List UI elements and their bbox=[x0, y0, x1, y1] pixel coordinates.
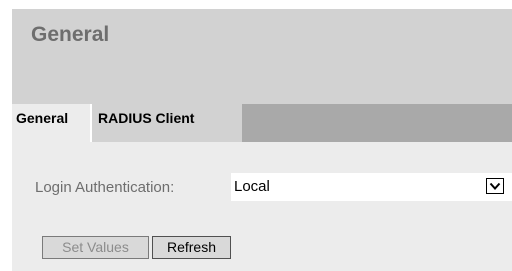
set-values-button[interactable]: Set Values bbox=[42, 236, 149, 259]
refresh-button[interactable]: Refresh bbox=[152, 236, 231, 259]
tab-bar: General RADIUS Client bbox=[12, 104, 512, 142]
tab-general[interactable]: General bbox=[12, 104, 90, 142]
login-authentication-select[interactable]: Local bbox=[231, 173, 512, 201]
content-panel: Login Authentication: Local Set Values R… bbox=[12, 142, 512, 271]
chevron-down-icon[interactable] bbox=[486, 178, 504, 194]
page-header: General bbox=[12, 9, 512, 104]
login-authentication-label: Login Authentication: bbox=[35, 179, 175, 196]
page: General General RADIUS Client Login Auth… bbox=[0, 0, 512, 271]
login-authentication-value: Local bbox=[234, 178, 270, 195]
tab-radius-client[interactable]: RADIUS Client bbox=[90, 104, 242, 142]
page-title: General bbox=[31, 23, 110, 46]
